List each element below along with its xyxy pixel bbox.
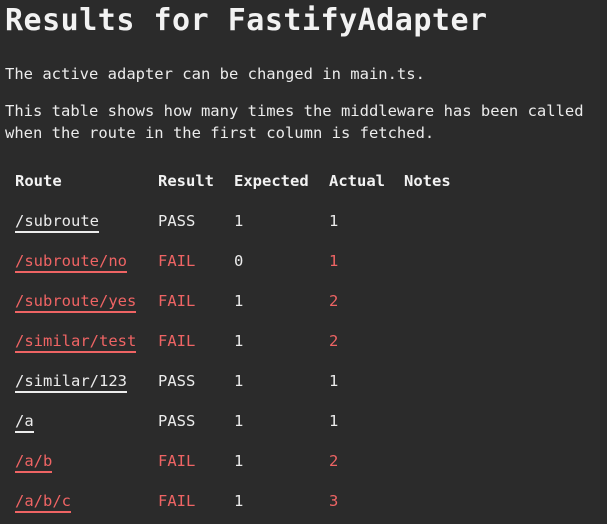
- route-link[interactable]: /similar/123: [15, 372, 127, 393]
- table-row: /similar/test FAIL 1 2: [15, 321, 484, 361]
- route-cell: /a/b/c: [15, 481, 158, 521]
- expected-cell: 1: [234, 292, 244, 310]
- result-cell: PASS: [158, 212, 196, 230]
- result-cell: FAIL: [158, 452, 196, 470]
- table-row: /a/b FAIL 1 2: [15, 441, 484, 481]
- table-row: /subroute/no FAIL 0 1: [15, 241, 484, 281]
- route-link[interactable]: /a: [15, 412, 34, 433]
- intro-text: The active adapter can be changed in mai…: [5, 65, 425, 83]
- expected-cell: 0: [234, 252, 244, 270]
- result-cell: FAIL: [158, 492, 196, 510]
- actual-cell: 1: [329, 372, 339, 390]
- result-cell: FAIL: [158, 252, 196, 270]
- route-link[interactable]: /similar/test: [15, 332, 137, 353]
- table-row: /a/b/c FAIL 1 3: [15, 481, 484, 521]
- actual-cell: 1: [329, 412, 339, 430]
- route-link[interactable]: /subroute/yes: [15, 292, 137, 313]
- route-cell: /a: [15, 401, 158, 441]
- results-page: Results for FastifyAdapter The active ad…: [0, 0, 607, 524]
- header-expected: Expected: [234, 172, 309, 190]
- description-line-2: when the route in the first column is fe…: [5, 124, 435, 142]
- table-row: /subroute/yes FAIL 1 2: [15, 281, 484, 321]
- expected-cell: 1: [234, 372, 244, 390]
- result-cell: PASS: [158, 372, 196, 390]
- results-table: Route Result Expected Actual Notes /subr…: [15, 161, 484, 521]
- notes-cell: [404, 401, 484, 441]
- page-title: Results for FastifyAdapter: [5, 3, 488, 38]
- route-cell: /subroute/yes: [15, 281, 158, 321]
- actual-cell: 1: [329, 212, 339, 230]
- table-row: /subroute PASS 1 1: [15, 201, 484, 241]
- expected-cell: 1: [234, 412, 244, 430]
- actual-cell: 2: [329, 292, 339, 310]
- route-cell: /similar/test: [15, 321, 158, 361]
- result-cell: PASS: [158, 412, 196, 430]
- actual-cell: 3: [329, 492, 339, 510]
- table-row: /a PASS 1 1: [15, 401, 484, 441]
- notes-cell: [404, 481, 484, 521]
- route-link[interactable]: /a/b/c: [15, 492, 71, 513]
- header-actual: Actual: [329, 172, 385, 190]
- notes-cell: [404, 241, 484, 281]
- notes-cell: [404, 201, 484, 241]
- actual-cell: 2: [329, 452, 339, 470]
- table-header-row: Route Result Expected Actual Notes: [15, 161, 484, 201]
- header-route: Route: [15, 172, 62, 190]
- expected-cell: 1: [234, 492, 244, 510]
- notes-cell: [404, 441, 484, 481]
- notes-cell: [404, 361, 484, 401]
- result-cell: FAIL: [158, 292, 196, 310]
- actual-cell: 2: [329, 332, 339, 350]
- notes-cell: [404, 321, 484, 361]
- route-cell: /a/b: [15, 441, 158, 481]
- expected-cell: 1: [234, 212, 244, 230]
- route-cell: /subroute/no: [15, 241, 158, 281]
- notes-cell: [404, 281, 484, 321]
- description-line-1: This table shows how many times the midd…: [5, 102, 584, 120]
- header-notes: Notes: [404, 172, 451, 190]
- header-result: Result: [158, 172, 214, 190]
- actual-cell: 1: [329, 252, 339, 270]
- expected-cell: 1: [234, 452, 244, 470]
- result-cell: FAIL: [158, 332, 196, 350]
- description-text: This table shows how many times the midd…: [5, 100, 584, 144]
- route-cell: /subroute: [15, 201, 158, 241]
- route-link[interactable]: /a/b: [15, 452, 53, 473]
- expected-cell: 1: [234, 332, 244, 350]
- route-cell: /similar/123: [15, 361, 158, 401]
- table-row: /similar/123 PASS 1 1: [15, 361, 484, 401]
- route-link[interactable]: /subroute: [15, 212, 99, 233]
- route-link[interactable]: /subroute/no: [15, 252, 127, 273]
